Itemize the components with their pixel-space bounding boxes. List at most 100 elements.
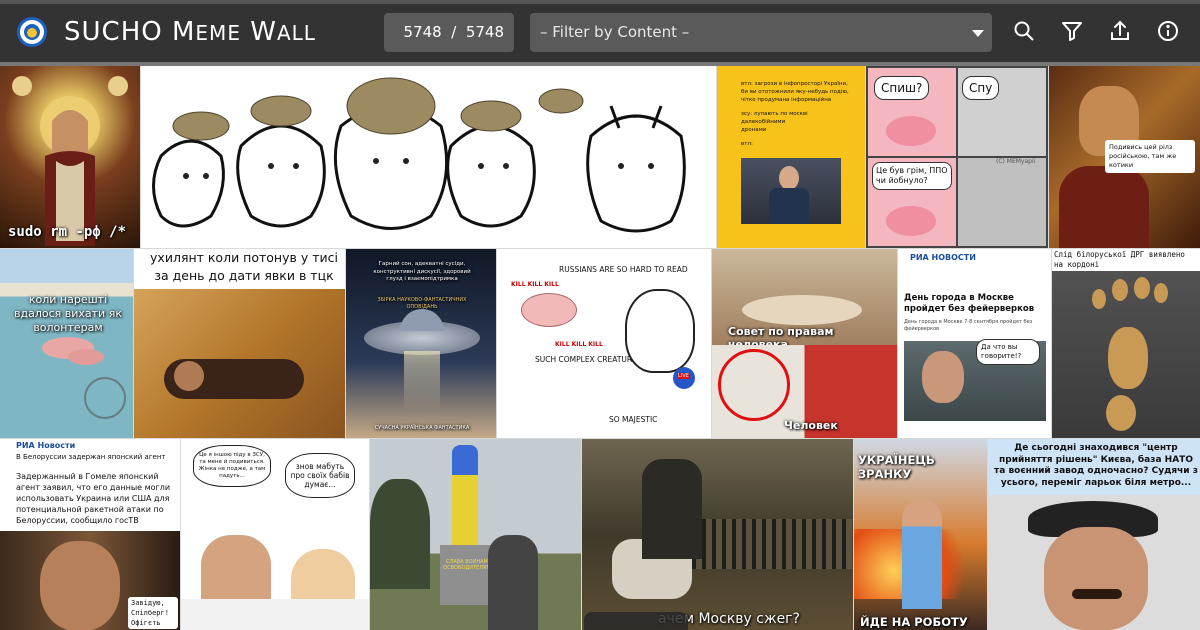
meme-tile-potato-footprint[interactable]: Слід білоруської ДРГ виявлено на кордоні bbox=[1052, 249, 1200, 438]
pedestal-sign: СЛАВА ВОИНАМ ОСВОБОДИТЕЛЯМ bbox=[443, 559, 491, 571]
app-title: SUCHO MEME WALL bbox=[64, 14, 316, 50]
meme-tile-dodger[interactable]: ухилянт коли потонув у тисі за день до д… bbox=[134, 249, 345, 438]
live-badge: LIVE bbox=[677, 373, 690, 379]
filter-icon bbox=[1062, 22, 1082, 41]
pig-drawing bbox=[521, 293, 577, 327]
meme-tile-couple-bed[interactable]: Це я іншою піду в ЗСУ, та мене й подивит… bbox=[181, 439, 369, 630]
search-button[interactable] bbox=[1011, 18, 1037, 44]
brain-shape-1 bbox=[886, 116, 936, 146]
post-line-4: зсу: лупають по москві далекобійними bbox=[741, 111, 808, 125]
man-figure bbox=[902, 499, 942, 609]
statue-pedestal bbox=[440, 545, 494, 605]
icon-figure-art bbox=[12, 76, 128, 246]
search-icon bbox=[1014, 21, 1034, 41]
top-caption: УКРАЇНЕЦЬ ЗРАНКУ bbox=[858, 453, 935, 481]
wojak-head bbox=[625, 289, 695, 373]
potato-toe-3 bbox=[1134, 277, 1150, 299]
meme-tile-renaissance-painting[interactable]: Подивись цей рілз російською, там же кот… bbox=[1049, 66, 1200, 248]
bed-sheet bbox=[181, 599, 369, 630]
potato-toe-4 bbox=[1154, 283, 1168, 303]
filter-button[interactable] bbox=[1059, 18, 1085, 44]
ufo-dome bbox=[400, 309, 444, 331]
post-line-3: чітко продумана інформаційна bbox=[741, 97, 832, 103]
comic-panel-4 bbox=[958, 158, 1046, 246]
tile-caption: Слід білоруської ДРГ виявлено на кордоні bbox=[1052, 249, 1200, 271]
title-word-2-rest: EME bbox=[195, 21, 241, 45]
news-brand: РИА НОВОСТИ bbox=[910, 253, 976, 262]
meeting-table bbox=[742, 295, 862, 325]
top-bar: SUCHO MEME WALL 5748 / 5748 – Filter by … bbox=[0, 0, 1200, 62]
meme-tile-wojak-read[interactable]: RUSSIANS ARE SO HARD TO READ KILL KILL K… bbox=[497, 249, 711, 438]
news-headline: День города в Москве пройдет без фейерве… bbox=[904, 293, 1035, 314]
thought-bubble-right: знов мабуть про своїх бабів думає... bbox=[285, 453, 355, 498]
bottom-caption: Завідую, Спілберг! Офігєть bbox=[128, 597, 178, 629]
actor-face bbox=[40, 541, 120, 630]
person-face bbox=[922, 351, 964, 403]
post-line-2: би ви ототожнили яку-небудь подію, bbox=[741, 89, 849, 95]
pig-shape-2 bbox=[68, 349, 104, 365]
meme-tile-napoleon-painting[interactable]: ачем Москву сжег? bbox=[582, 439, 853, 630]
sucho-logo[interactable] bbox=[17, 17, 47, 47]
meme-header: RUSSIANS ARE SO HARD TO READ bbox=[559, 265, 688, 274]
post-line-1: втл: загрози в інфопросторі України, bbox=[741, 81, 848, 87]
meme-tile-ria-fireworks[interactable]: РИА НОВОСТИ День города в Москве пройдет… bbox=[898, 249, 1051, 438]
trees bbox=[370, 479, 430, 589]
news-brand: РИА Новости bbox=[16, 441, 76, 450]
news-subtitle: День города в Москве 7-8 сентября пройде… bbox=[904, 319, 1033, 332]
meme-tile-yellow-statue[interactable]: СЛАВА ВОИНАМ ОСВОБОДИТЕЛЯМ bbox=[370, 439, 581, 630]
meme-tile-helmet-figures[interactable] bbox=[141, 66, 716, 248]
share-icon bbox=[1111, 20, 1129, 40]
speech-bubble: Да что вы говорите!? bbox=[976, 339, 1040, 365]
news-headline: В Белоруссии задержан японский агент bbox=[16, 453, 166, 461]
photo-area bbox=[134, 289, 345, 438]
person-head-shape bbox=[779, 166, 799, 190]
thought-bubble-left: Це я іншою піду в ЗСУ, та мене й подивит… bbox=[193, 445, 271, 487]
meme-tile-kiosk-metro[interactable]: Де сьогодні знаходився "центр прийняття … bbox=[988, 439, 1200, 630]
title-word-3-initial: W bbox=[250, 17, 277, 47]
title-word-3-rest: ALL bbox=[276, 21, 316, 45]
potato-toe-2 bbox=[1112, 279, 1128, 301]
share-button[interactable] bbox=[1107, 18, 1133, 44]
meme-tile-sudo-rm[interactable]: sudo rm -рф /* bbox=[0, 66, 140, 248]
meme-tile-human-rights-council[interactable]: Совет по правам человека Человек bbox=[712, 249, 897, 438]
comic-watermark: (C) МЕМуарії bbox=[996, 158, 1036, 165]
tile-caption: ухилянт коли потонув у тисі за день до д… bbox=[150, 250, 338, 283]
red-circle-highlight bbox=[718, 349, 790, 421]
meme-counter[interactable]: 5748 / 5748 bbox=[384, 13, 514, 52]
post-line-5: дронами bbox=[741, 127, 767, 133]
brain-shape-2 bbox=[886, 206, 936, 236]
kill-text-2: KILL KILL KILL bbox=[555, 341, 603, 348]
person-face bbox=[174, 361, 204, 391]
book-footer: СУЧАСНА УКРАЇНСЬКА ФАНТАСТИКА bbox=[374, 425, 470, 431]
statue-figure bbox=[452, 445, 478, 545]
meme-tile-ukrainian-morning[interactable]: УКРАЇНЕЦЬ ЗРАНКУ ЙДЕ НА РОБОТУ bbox=[854, 439, 987, 630]
meme-tile-volunteer-beach[interactable]: коли нарешті вдалося вихати як волонтера… bbox=[0, 249, 133, 438]
meme-tile-brain-comic[interactable]: Спиш? Спу Це був грім, ППО чи йобнуло? (… bbox=[866, 66, 1048, 248]
meme-tile-japanese-agent[interactable]: РИА Новости В Белоруссии задержан японск… bbox=[0, 439, 180, 630]
speech-bubble-1: Спиш? bbox=[874, 76, 930, 100]
meme-tile-yellow-post[interactable]: втл: загрози в інфопросторі України, би … bbox=[717, 66, 865, 248]
helmet-figures-drawing bbox=[152, 77, 686, 233]
title-word-1: SUCHO bbox=[64, 17, 163, 47]
title-word-2-initial: M bbox=[171, 17, 196, 47]
bottom-caption: Человек bbox=[784, 419, 838, 432]
info-button[interactable] bbox=[1155, 18, 1181, 44]
person-body-shape bbox=[769, 188, 809, 224]
chevron-down-icon bbox=[972, 30, 984, 37]
meme-bottom-text: SO MAJESTIC bbox=[609, 415, 658, 424]
info-icon bbox=[1158, 21, 1178, 41]
ufo-beam bbox=[404, 351, 440, 411]
speech-bubble-2: Спу bbox=[962, 76, 1000, 100]
man-face bbox=[1044, 527, 1148, 630]
potato-sole bbox=[1108, 327, 1148, 389]
book-intro: Гарний сон, адекватні сусіди, конструкти… bbox=[373, 261, 471, 282]
filter-by-content-select[interactable]: – Filter by Content – bbox=[530, 13, 992, 52]
tile-caption: коли нарешті вдалося вихати як волонтера… bbox=[14, 293, 122, 334]
filter-select-label: – Filter by Content – bbox=[540, 23, 690, 41]
tile-caption: sudo rm -рф /* bbox=[8, 224, 127, 240]
post-line-6: втл: bbox=[741, 141, 753, 147]
bottom-caption: ЙДЕ НА РОБОТУ bbox=[860, 615, 968, 629]
meme-tile-ufo-book[interactable]: Гарний сон, адекватні сусіди, конструкти… bbox=[346, 249, 496, 438]
news-body: Задержанный в Гомеле японский агент заяв… bbox=[16, 472, 171, 525]
painting-figure-robe bbox=[1059, 166, 1149, 248]
